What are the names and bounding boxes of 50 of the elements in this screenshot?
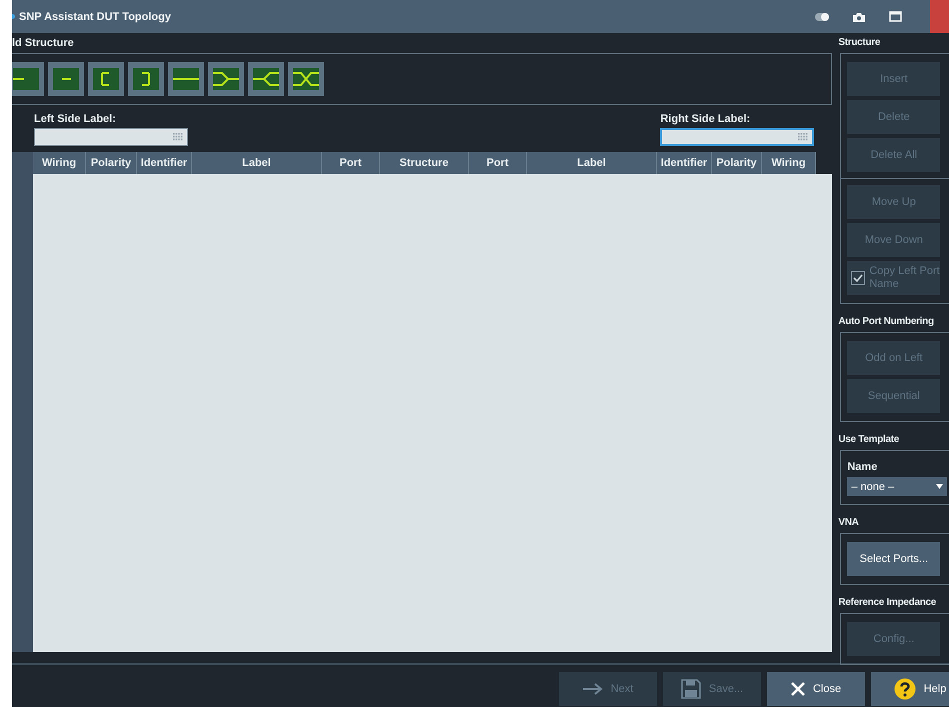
structure-icon [93,68,119,90]
structure-button[interactable] [248,62,284,96]
structure-icon [213,68,239,90]
footer-button[interactable]: Help [871,672,949,706]
panel-button[interactable]: Select Ports... [847,542,940,576]
column-header[interactable]: Polarity [712,152,762,174]
column-header[interactable]: Structure [380,152,469,174]
group-title: Reference Impedance [837,596,938,610]
column-header[interactable]: Polarity [86,152,137,174]
structure-icon [253,68,279,90]
column-header[interactable]: Label [527,152,657,174]
maximize-icon[interactable] [889,11,902,22]
checkbox-label: Copy Left Port Name [869,265,940,291]
column-header[interactable]: Port [469,152,527,174]
dropdown[interactable]: – none – [847,477,948,496]
column-header[interactable]: Wiring [33,152,86,174]
footer-button[interactable]: Close [767,672,865,706]
caret-icon[interactable] [936,484,944,489]
camera-icon[interactable] [853,12,865,22]
structure-icon [53,68,79,90]
column-header[interactable]: Identifier [657,152,712,174]
structure-button[interactable] [88,62,124,96]
help-icon [894,678,916,700]
input-field[interactable] [660,128,814,146]
structure-icon [173,68,199,90]
arrow-icon [582,683,603,695]
window-title: SNP Assistant DUT Topology [19,10,171,22]
toggle-icon[interactable] [815,12,829,20]
structure-button[interactable] [288,62,324,96]
group-title: Structure [837,36,882,50]
group-title: Use Template [837,433,900,447]
field-label: Name [847,461,878,473]
structure-icon [13,68,39,90]
structure-button[interactable] [12,62,44,96]
column-header[interactable]: Label [192,152,322,174]
structure-button[interactable] [128,62,164,96]
structure-icon [293,68,319,90]
close-icon [790,682,805,696]
field-label: Right Side Label: [660,113,752,125]
structure-icon [133,68,159,90]
structure-button[interactable] [168,62,204,96]
column-header[interactable]: Port [322,152,380,174]
structure-button[interactable] [208,62,244,96]
column-header[interactable]: Wiring [762,152,816,174]
column-header[interactable]: Identifier [137,152,192,174]
group-title: Auto Port Numbering [837,315,935,329]
group-title: VNA [837,516,860,530]
section-title: ld Structure [12,36,75,51]
input-field[interactable] [34,128,188,146]
field-label: Left Side Label: [34,113,117,125]
